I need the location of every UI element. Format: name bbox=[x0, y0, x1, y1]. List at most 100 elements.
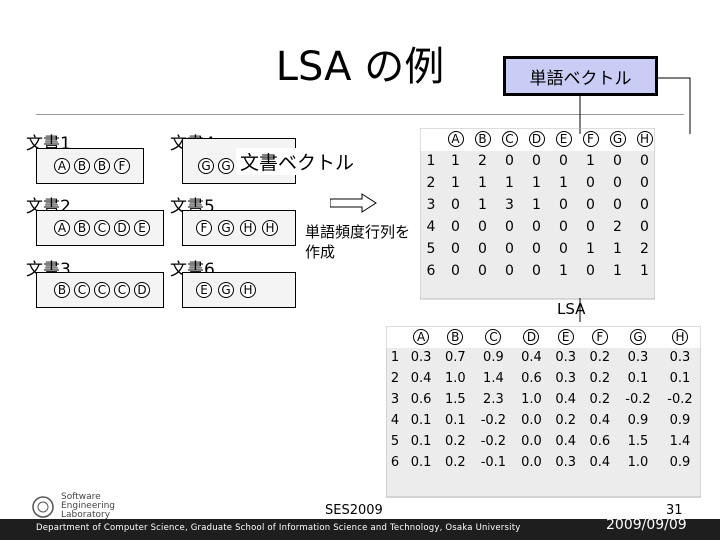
column-header-label: H bbox=[636, 131, 653, 147]
lsa-cell: 0.7 bbox=[444, 350, 466, 365]
matrix-cell: 1 bbox=[586, 241, 595, 257]
footer-text: Department of Computer Science, Graduate… bbox=[36, 523, 521, 533]
word-token: D bbox=[114, 220, 130, 236]
lsa-cell: 0.4 bbox=[589, 413, 611, 428]
matrix-cell: 0 bbox=[559, 197, 568, 213]
column-header: F bbox=[577, 128, 604, 150]
matrix-cell: 0 bbox=[505, 263, 514, 279]
column-header-label: H bbox=[671, 328, 688, 345]
matrix-row: 2 1 1 1 1 1 0 0 0 bbox=[420, 172, 658, 194]
right-arrow-icon bbox=[330, 193, 377, 213]
lsa-cell: -0.2 bbox=[667, 392, 693, 407]
word-token: D bbox=[134, 282, 150, 298]
lsa-cell: 1.5 bbox=[444, 392, 466, 407]
lsa-cell: 0.3 bbox=[555, 371, 577, 386]
matrix-row: 4 0 0 0 0 0 0 2 0 bbox=[420, 216, 658, 238]
matrix-cell: 1 bbox=[505, 175, 514, 191]
matrix-cell: 1 bbox=[613, 241, 622, 257]
column-header: G bbox=[604, 128, 631, 150]
lsa-cell: 0.3 bbox=[555, 455, 577, 470]
row-header: 3 bbox=[426, 197, 436, 213]
column-header: F bbox=[583, 326, 617, 347]
matrix-cell: 0 bbox=[478, 219, 487, 235]
matrix-cell: 1 bbox=[559, 263, 568, 279]
column-header-label: F bbox=[582, 131, 599, 147]
matrix-cell: 0 bbox=[559, 219, 568, 235]
matrix-cell: 3 bbox=[505, 197, 514, 213]
matrix-cell: 0 bbox=[559, 241, 568, 257]
column-header: B bbox=[469, 128, 496, 150]
lsa-cell: 0.2 bbox=[589, 392, 611, 407]
lsa-cell: 0.4 bbox=[410, 371, 432, 386]
column-header-label: B bbox=[447, 328, 464, 345]
title-divider bbox=[36, 114, 684, 115]
matrix-cell: 0 bbox=[505, 153, 514, 169]
matrix-cell: 0 bbox=[451, 241, 460, 257]
column-header-label: D bbox=[523, 328, 540, 345]
matrix-cell: 0 bbox=[613, 197, 622, 213]
lsa-cell: 0.6 bbox=[589, 434, 611, 449]
word-token: G bbox=[218, 282, 234, 298]
matrix-cell: 1 bbox=[478, 197, 487, 213]
lsa-cell: -0.1 bbox=[480, 455, 507, 470]
lsa-cell: 0.2 bbox=[444, 455, 466, 470]
row-header: 5 bbox=[390, 434, 400, 449]
row-header: 4 bbox=[426, 219, 436, 235]
lsa-cell: 0.1 bbox=[410, 455, 432, 470]
word-token: E bbox=[134, 220, 150, 236]
column-header-label: A bbox=[447, 131, 464, 147]
word-token: F bbox=[114, 158, 130, 174]
logo-icon bbox=[32, 495, 54, 518]
lsa-cell: 0.9 bbox=[627, 413, 649, 428]
word-token: H bbox=[262, 220, 278, 236]
word-token: A bbox=[54, 158, 70, 174]
lsa-cell: 0.9 bbox=[483, 350, 504, 365]
matrix-cell: 0 bbox=[532, 219, 541, 235]
matrix-cell: 2 bbox=[478, 153, 487, 169]
lsa-cell: 0.3 bbox=[555, 350, 577, 365]
matrix-cell: 0 bbox=[640, 153, 649, 169]
lsa-cell: 0.3 bbox=[627, 350, 649, 365]
lsa-cell: 1.4 bbox=[483, 371, 504, 386]
slide-date: 2009/09/09 bbox=[606, 517, 687, 533]
matrix-cell: 0 bbox=[586, 219, 595, 235]
matrix-cell: 0 bbox=[478, 241, 487, 257]
column-header: A bbox=[404, 326, 438, 347]
matrix-cell: 1 bbox=[532, 175, 541, 191]
word-token: G bbox=[218, 220, 234, 236]
word-token: G bbox=[218, 158, 234, 174]
row-header: 5 bbox=[426, 241, 436, 257]
word-token: A bbox=[54, 220, 70, 236]
lsa-row: 2 0.4 1.0 1.4 0.6 0.3 0.2 0.1 0.1 bbox=[386, 368, 701, 389]
word-token: C bbox=[74, 282, 90, 298]
lsa-cell: -0.2 bbox=[625, 392, 651, 407]
column-header: E bbox=[550, 128, 577, 150]
lsa-cell: 1.0 bbox=[627, 455, 649, 470]
column-header: H bbox=[659, 326, 701, 347]
lsa-cell: 0.9 bbox=[669, 455, 691, 470]
matrix-header-row: A B C D E F G H bbox=[420, 128, 658, 150]
lsa-cell: 1.5 bbox=[627, 434, 649, 449]
word-frequency-matrix: A B C D E F G H 1 1 2 0 0 0 1 0 0 2 1 1 … bbox=[420, 128, 658, 282]
column-header: A bbox=[442, 128, 469, 150]
column-header-label: F bbox=[591, 328, 608, 345]
matrix-cell: 0 bbox=[559, 153, 568, 169]
matrix-cell: 1 bbox=[478, 175, 487, 191]
lsa-cell: 1.0 bbox=[444, 371, 466, 386]
word-token: H bbox=[240, 282, 256, 298]
lsa-cell: 0.3 bbox=[410, 350, 432, 365]
lsa-row: 3 0.6 1.5 2.3 1.0 0.4 0.2 -0.2 -0.2 bbox=[386, 389, 701, 410]
lsa-cell: 0.6 bbox=[521, 371, 542, 386]
matrix-cell: 0 bbox=[613, 153, 622, 169]
frequency-matrix-label-line2: 作成 bbox=[305, 243, 336, 261]
down-arrow-icon bbox=[579, 298, 581, 322]
document-vector-label: 文書ベクトル bbox=[236, 148, 359, 175]
lsa-cell: 0.2 bbox=[589, 371, 611, 386]
lsa-cell: 0.1 bbox=[669, 371, 691, 386]
matrix-cell: 0 bbox=[586, 263, 595, 279]
lsa-cell: 0.1 bbox=[410, 434, 432, 449]
row-header: 6 bbox=[426, 263, 436, 279]
matrix-cell: 2 bbox=[640, 241, 649, 257]
word-token: B bbox=[74, 220, 90, 236]
matrix-cell: 1 bbox=[613, 263, 622, 279]
